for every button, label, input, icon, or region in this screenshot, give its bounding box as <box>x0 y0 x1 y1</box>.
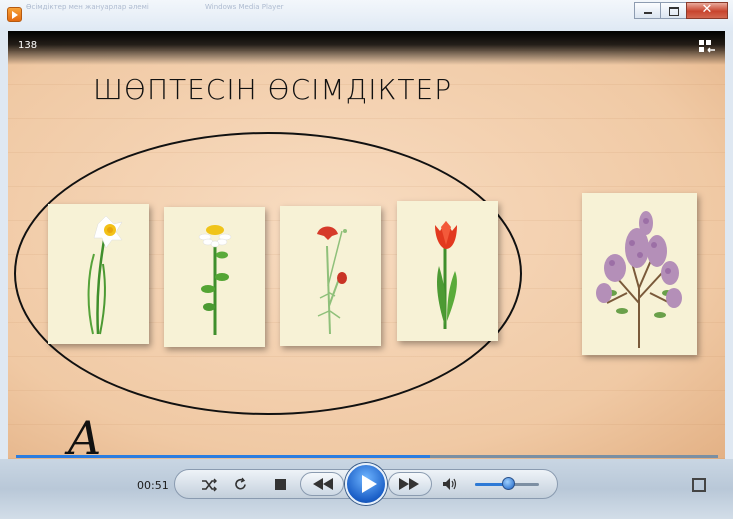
stop-button[interactable] <box>275 479 286 490</box>
next-icon <box>399 478 419 490</box>
close-icon: ✕ <box>701 2 713 17</box>
close-button[interactable]: ✕ <box>686 2 728 19</box>
video-heading: ШӨПТЕСІН ӨСІМДІКТЕР <box>93 73 453 106</box>
plant-card-carnation <box>280 206 381 346</box>
video-top-overlay <box>8 31 725 65</box>
seek-bar[interactable] <box>16 455 718 458</box>
plant-card-chamomile <box>164 207 265 347</box>
chamomile-icon <box>198 225 232 335</box>
frame-number: 138 <box>18 40 38 51</box>
previous-icon <box>313 478 333 490</box>
volume-knob[interactable] <box>501 477 515 490</box>
switch-to-library-icon[interactable] <box>699 40 715 54</box>
minimize-button[interactable] <box>634 2 660 19</box>
seek-progress <box>16 455 431 458</box>
control-bar: 00:51 <box>0 459 733 519</box>
plant-card-tulip <box>397 201 498 341</box>
elapsed-time: 00:51 <box>137 479 169 492</box>
daffodil-icon <box>87 215 123 335</box>
letter-a: A <box>68 411 102 459</box>
tulip-icon <box>435 221 457 329</box>
repeat-icon[interactable] <box>233 477 248 492</box>
media-player-icon <box>7 7 22 22</box>
plant-card-lilac <box>582 193 697 355</box>
title-bar: Өсімдіктер мен жануарлар әлемі Windows M… <box>0 0 733 31</box>
window-title-extra: Windows Media Player <box>205 3 284 11</box>
carnation-icon <box>317 226 347 335</box>
fullscreen-icon[interactable] <box>692 478 706 492</box>
previous-button[interactable] <box>300 472 344 496</box>
plant-card-daffodil <box>48 204 149 344</box>
video-area[interactable]: 138 ШӨПТЕСІН ӨСІМДІКТЕР A <box>8 31 725 459</box>
window-title: Өсімдіктер мен жануарлар әлемі <box>26 3 149 11</box>
maximize-button[interactable] <box>660 2 686 19</box>
next-button[interactable] <box>388 472 432 496</box>
lilac-icon <box>596 211 682 348</box>
volume-fill <box>475 483 504 486</box>
shuffle-icon[interactable] <box>201 478 217 492</box>
speaker-icon[interactable] <box>442 477 458 491</box>
play-button[interactable] <box>345 463 387 505</box>
